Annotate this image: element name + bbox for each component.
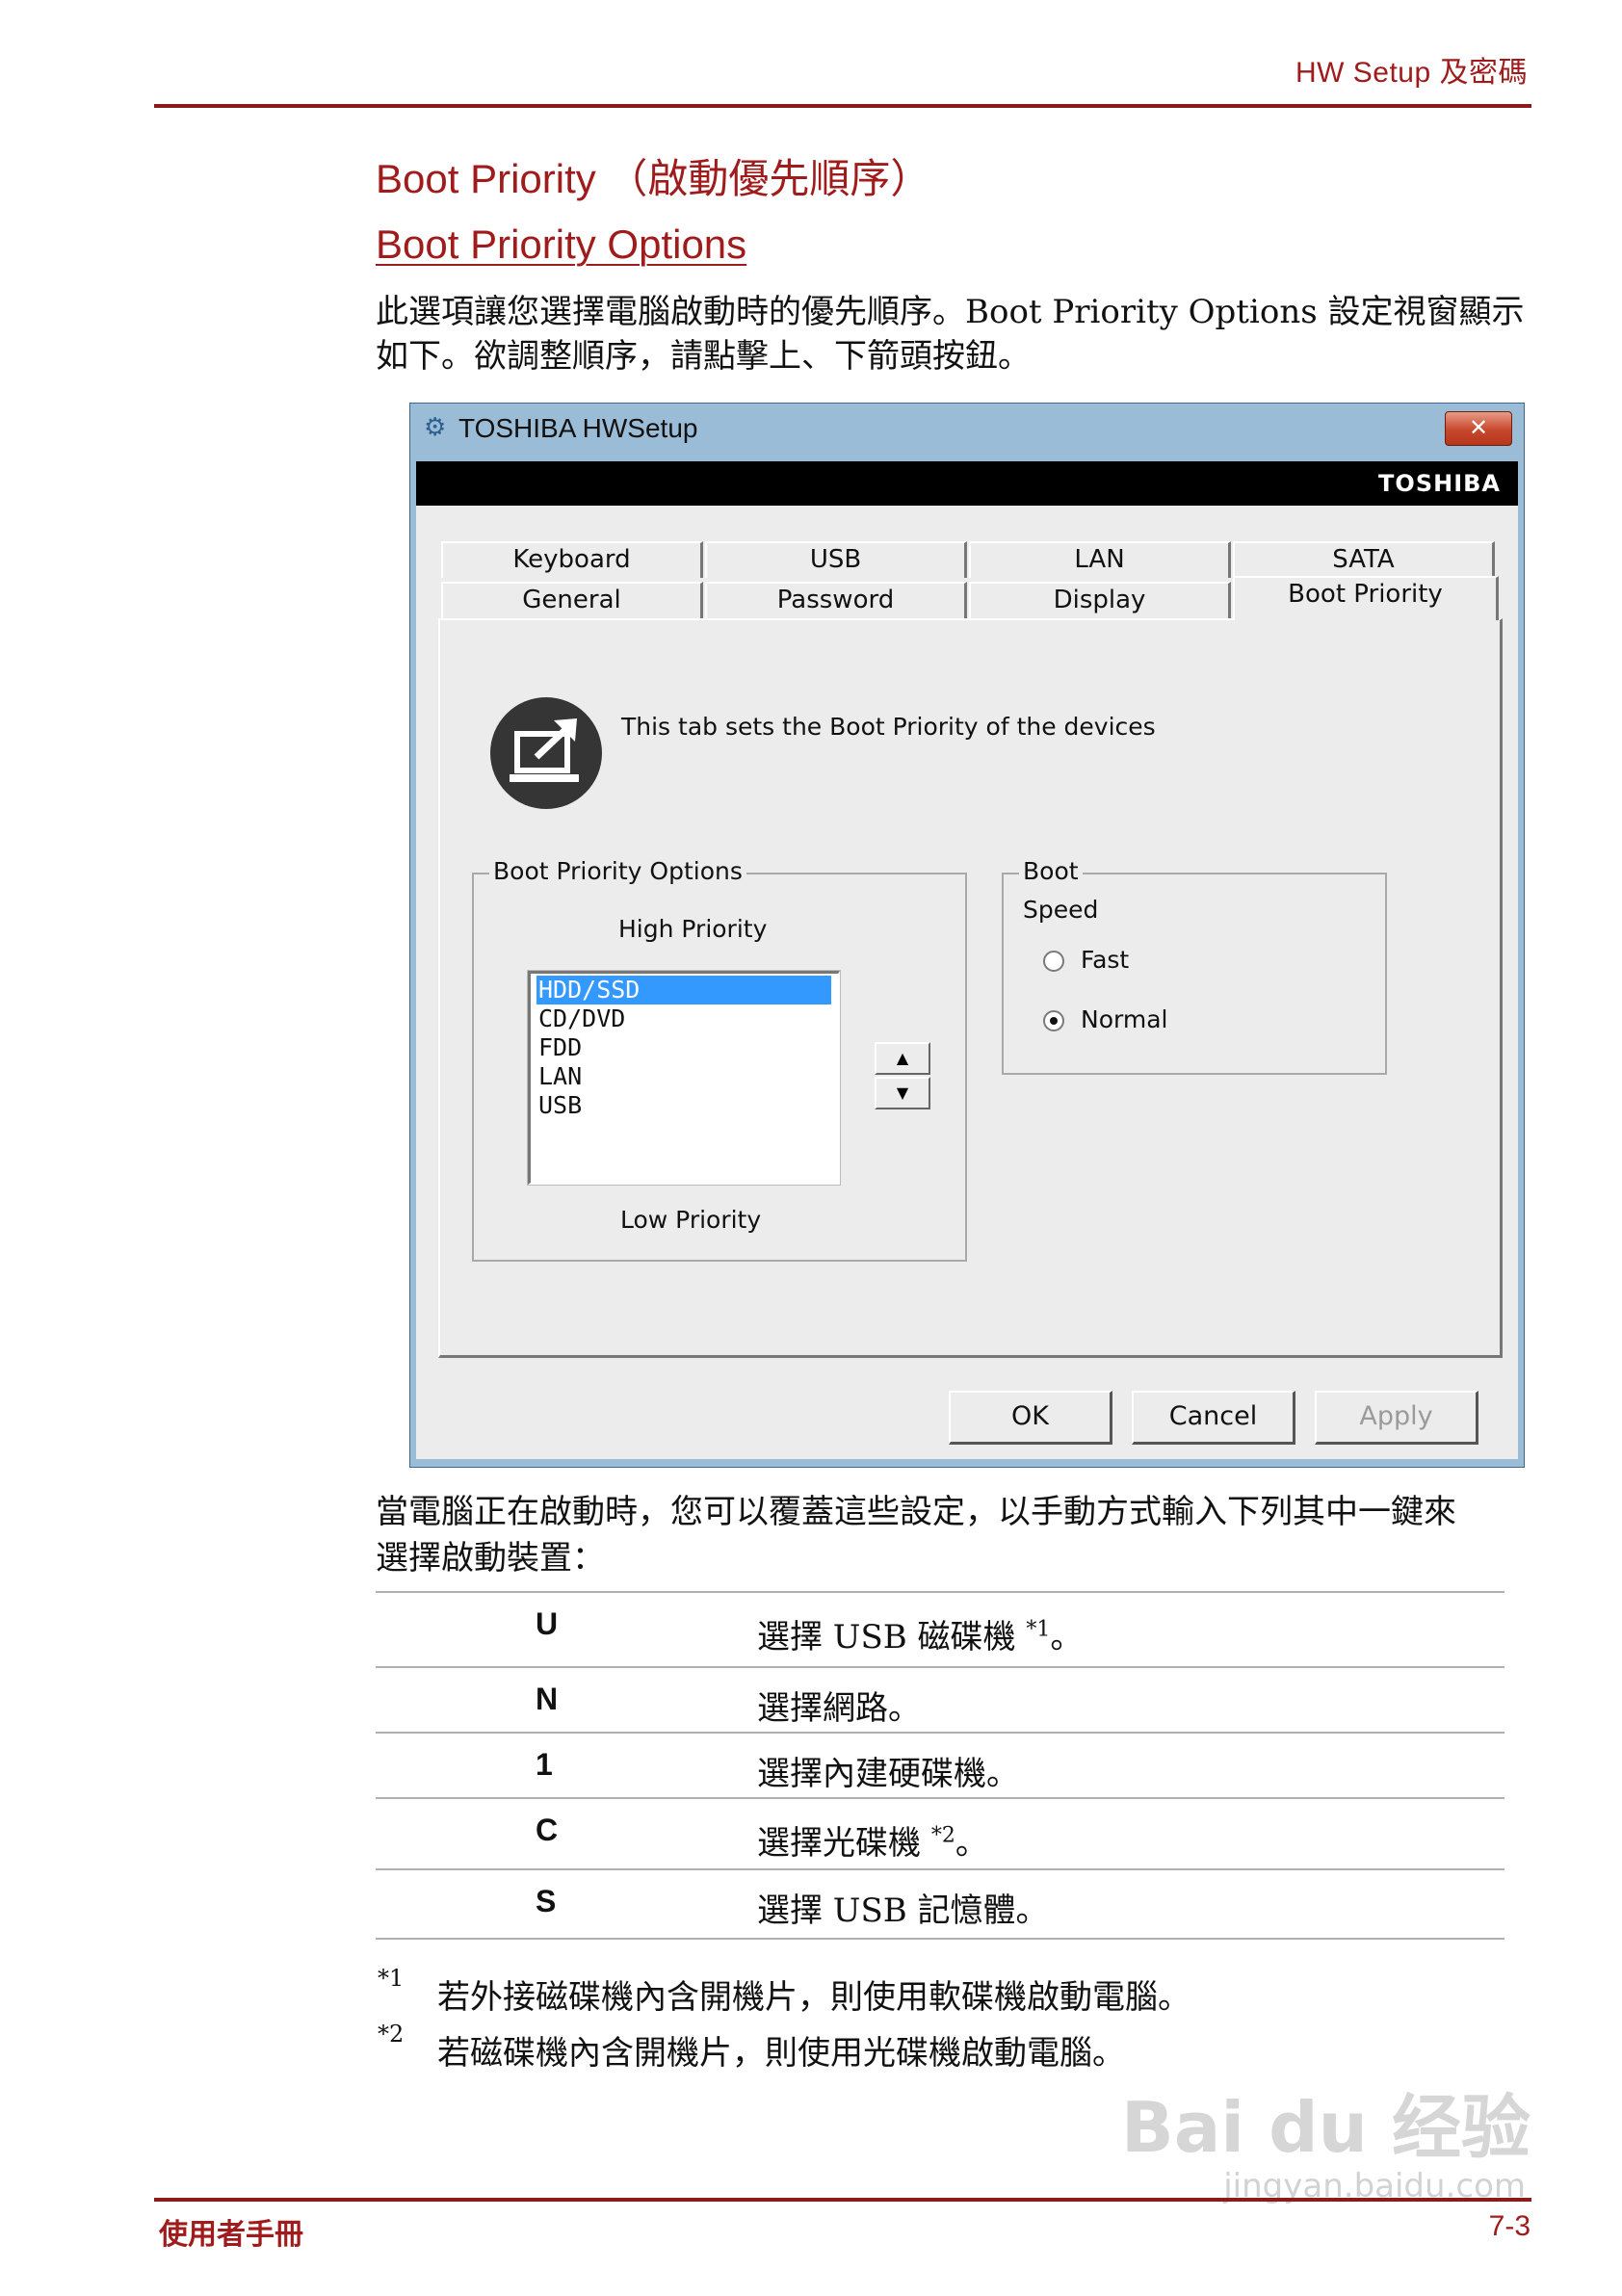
- list-item-usb[interactable]: USB: [536, 1091, 831, 1120]
- list-item-fdd[interactable]: FDD: [536, 1033, 831, 1062]
- shortcut-desc: 選擇光碟機 *2。: [757, 1823, 988, 1863]
- shortcut-key: U: [536, 1606, 559, 1641]
- running-header: HW Setup 及密碼: [1295, 57, 1528, 89]
- footnote-mark: *2: [378, 2021, 405, 2048]
- boot-priority-legend: Boot Priority Options: [489, 857, 746, 885]
- intro-line-2: 如下。欲調整順序，請點擊上、下箭頭按鈕。: [376, 337, 1031, 376]
- title-bar: ⚙ TOSHIBA HWSetup ✕: [416, 407, 1518, 446]
- list-item-lan[interactable]: LAN: [536, 1062, 831, 1091]
- footnote-text: 若外接磁碟機內含開機片，則使用軟碟機啟動電腦。: [437, 1978, 1190, 2017]
- boot-priority-icon: [490, 697, 602, 809]
- tab-keyboard[interactable]: Keyboard: [441, 541, 703, 578]
- shortcut-key: 1: [536, 1747, 553, 1782]
- header-rule: [154, 104, 1531, 108]
- table-rule: [376, 1732, 1504, 1734]
- boot-order-list[interactable]: HDD/SSD CD/DVD FDD LAN USB: [527, 970, 841, 1186]
- window-title: TOSHIBA HWSetup: [458, 413, 698, 443]
- shortcut-key: S: [536, 1884, 557, 1918]
- tab-general[interactable]: General: [441, 582, 703, 618]
- tab-sata[interactable]: SATA: [1233, 541, 1495, 578]
- footnote-text: 若磁碟機內含開機片，則使用光碟機啟動電腦。: [437, 2034, 1125, 2073]
- tab-lan[interactable]: LAN: [969, 541, 1231, 578]
- list-item-cd-dvd[interactable]: CD/DVD: [536, 1004, 831, 1033]
- footer-title: 使用者手冊: [159, 2219, 303, 2251]
- radio-fast[interactable]: [1043, 951, 1064, 972]
- brand-bar: TOSHIBA: [416, 461, 1518, 506]
- footnote-ref: *1: [1026, 1617, 1051, 1642]
- intro-line-1: 此選項讓您選擇電腦啟動時的優先順序。Boot Priority Options …: [376, 293, 1525, 331]
- subsection-heading: Boot Priority Options: [376, 222, 747, 267]
- table-rule: [376, 1938, 1504, 1940]
- shortcut-desc: 選擇 USB 磁碟機 *1。: [757, 1617, 1084, 1657]
- tab-usb[interactable]: USB: [705, 541, 967, 578]
- move-down-button[interactable]: ▼: [875, 1077, 930, 1109]
- radio-normal[interactable]: [1043, 1010, 1064, 1031]
- tab-description: This tab sets the Boot Priority of the d…: [621, 713, 1156, 741]
- move-up-button[interactable]: ▲: [875, 1042, 930, 1075]
- after-line-2: 選擇啟動裝置：: [376, 1539, 605, 1578]
- shortcut-desc: 選擇網路。: [757, 1689, 921, 1728]
- shortcut-key: N: [536, 1682, 559, 1716]
- section-heading: Boot Priority （啟動優先順序）: [376, 156, 931, 201]
- app-icon: ⚙: [424, 413, 447, 442]
- up-arrow-icon: ▲: [896, 1049, 909, 1067]
- apply-button[interactable]: Apply: [1315, 1391, 1478, 1445]
- watermark-logo: Bai du 经验: [1120, 2087, 1530, 2168]
- high-priority-label: High Priority: [618, 915, 768, 943]
- list-item-hdd-ssd[interactable]: HDD/SSD: [536, 976, 831, 1004]
- tab-password[interactable]: Password: [705, 582, 967, 618]
- radio-selected-dot: [1050, 1017, 1058, 1025]
- ok-button[interactable]: OK: [949, 1391, 1112, 1445]
- radio-normal-label[interactable]: Normal: [1081, 1005, 1167, 1033]
- footer-rule: [154, 2198, 1531, 2202]
- footnote-mark: *1: [378, 1965, 405, 1992]
- boot-speed-label: Speed: [1023, 896, 1099, 924]
- tab-boot-priority[interactable]: Boot Priority: [1233, 576, 1499, 620]
- shortcut-desc: 選擇內建硬碟機。: [757, 1755, 1019, 1793]
- low-priority-label: Low Priority: [620, 1206, 762, 1234]
- down-arrow-icon: ▼: [896, 1083, 909, 1102]
- table-rule: [376, 1591, 1504, 1593]
- table-rule: [376, 1868, 1504, 1870]
- brand-logo: TOSHIBA: [1378, 470, 1501, 497]
- boot-speed-legend: Boot: [1019, 857, 1083, 885]
- tab-display[interactable]: Display: [969, 582, 1231, 618]
- shortcut-desc: 選擇 USB 記憶體。: [757, 1892, 1049, 1930]
- footnote-ref: *2: [930, 1823, 955, 1848]
- table-rule: [376, 1666, 1504, 1668]
- cancel-button[interactable]: Cancel: [1132, 1391, 1295, 1445]
- table-rule: [376, 1797, 1504, 1799]
- radio-fast-label[interactable]: Fast: [1081, 946, 1129, 974]
- page-number: 7-3: [1488, 2210, 1530, 2242]
- close-button[interactable]: ✕: [1445, 411, 1512, 446]
- shortcut-key: C: [536, 1813, 559, 1847]
- after-line-1: 當電腦正在啟動時，您可以覆蓋這些設定，以手動方式輸入下列其中一鍵來: [376, 1493, 1456, 1531]
